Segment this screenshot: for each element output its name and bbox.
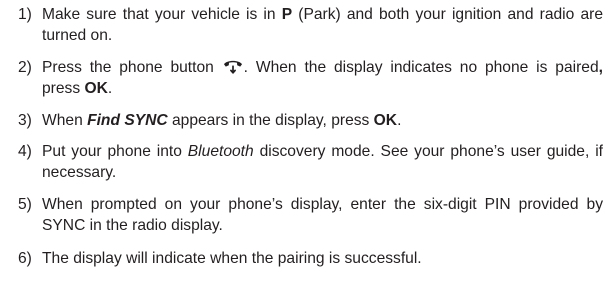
pairing-steps-list: 1) Make sure that your vehicle is in P (… [0, 0, 613, 284]
step-number: 3) [18, 112, 32, 129]
step-text-run: When prompted on your phone’s display, e… [42, 196, 603, 234]
step-text-run: Make sure that your vehicle is in [42, 6, 282, 23]
step-text-run: P [281, 6, 293, 23]
step-text-run: press [42, 80, 85, 97]
step-text: The display will indicate when the pairi… [42, 248, 603, 269]
step-text-run: OK [373, 112, 398, 129]
step-text-run: Put your phone into [42, 143, 188, 160]
step-text: Press the phone button . When the displa… [42, 57, 603, 99]
step-text-run: Bluetooth [187, 143, 254, 160]
step-number: 1) [18, 6, 32, 23]
step-text-run: . When the display indicates no phone is… [243, 59, 599, 76]
step-text: When prompted on your phone’s display, e… [42, 194, 603, 236]
step-text: Make sure that your vehicle is in P (Par… [42, 4, 603, 46]
step-text-run: , [598, 59, 603, 76]
step-number: 5) [18, 196, 32, 213]
step-number: 4) [18, 143, 32, 160]
step-number: 2) [18, 59, 32, 76]
step-text-run: . [397, 112, 402, 129]
step-text-run: appears in the display, press [167, 112, 374, 129]
step-text-run: The display will indicate when the pairi… [42, 250, 422, 267]
step-text-run: Press the phone button [42, 59, 222, 76]
step-text-run: When [42, 112, 88, 129]
step-text: Put your phone into Bluetooth discovery … [42, 141, 603, 183]
step-text-run: Find SYNC [87, 112, 168, 129]
step-text-run: OK [84, 80, 108, 97]
step-number: 6) [18, 250, 32, 267]
step-text: When Find SYNC appears in the display, p… [42, 110, 603, 131]
step-text-run: . [107, 80, 113, 97]
phone-icon [223, 58, 243, 74]
